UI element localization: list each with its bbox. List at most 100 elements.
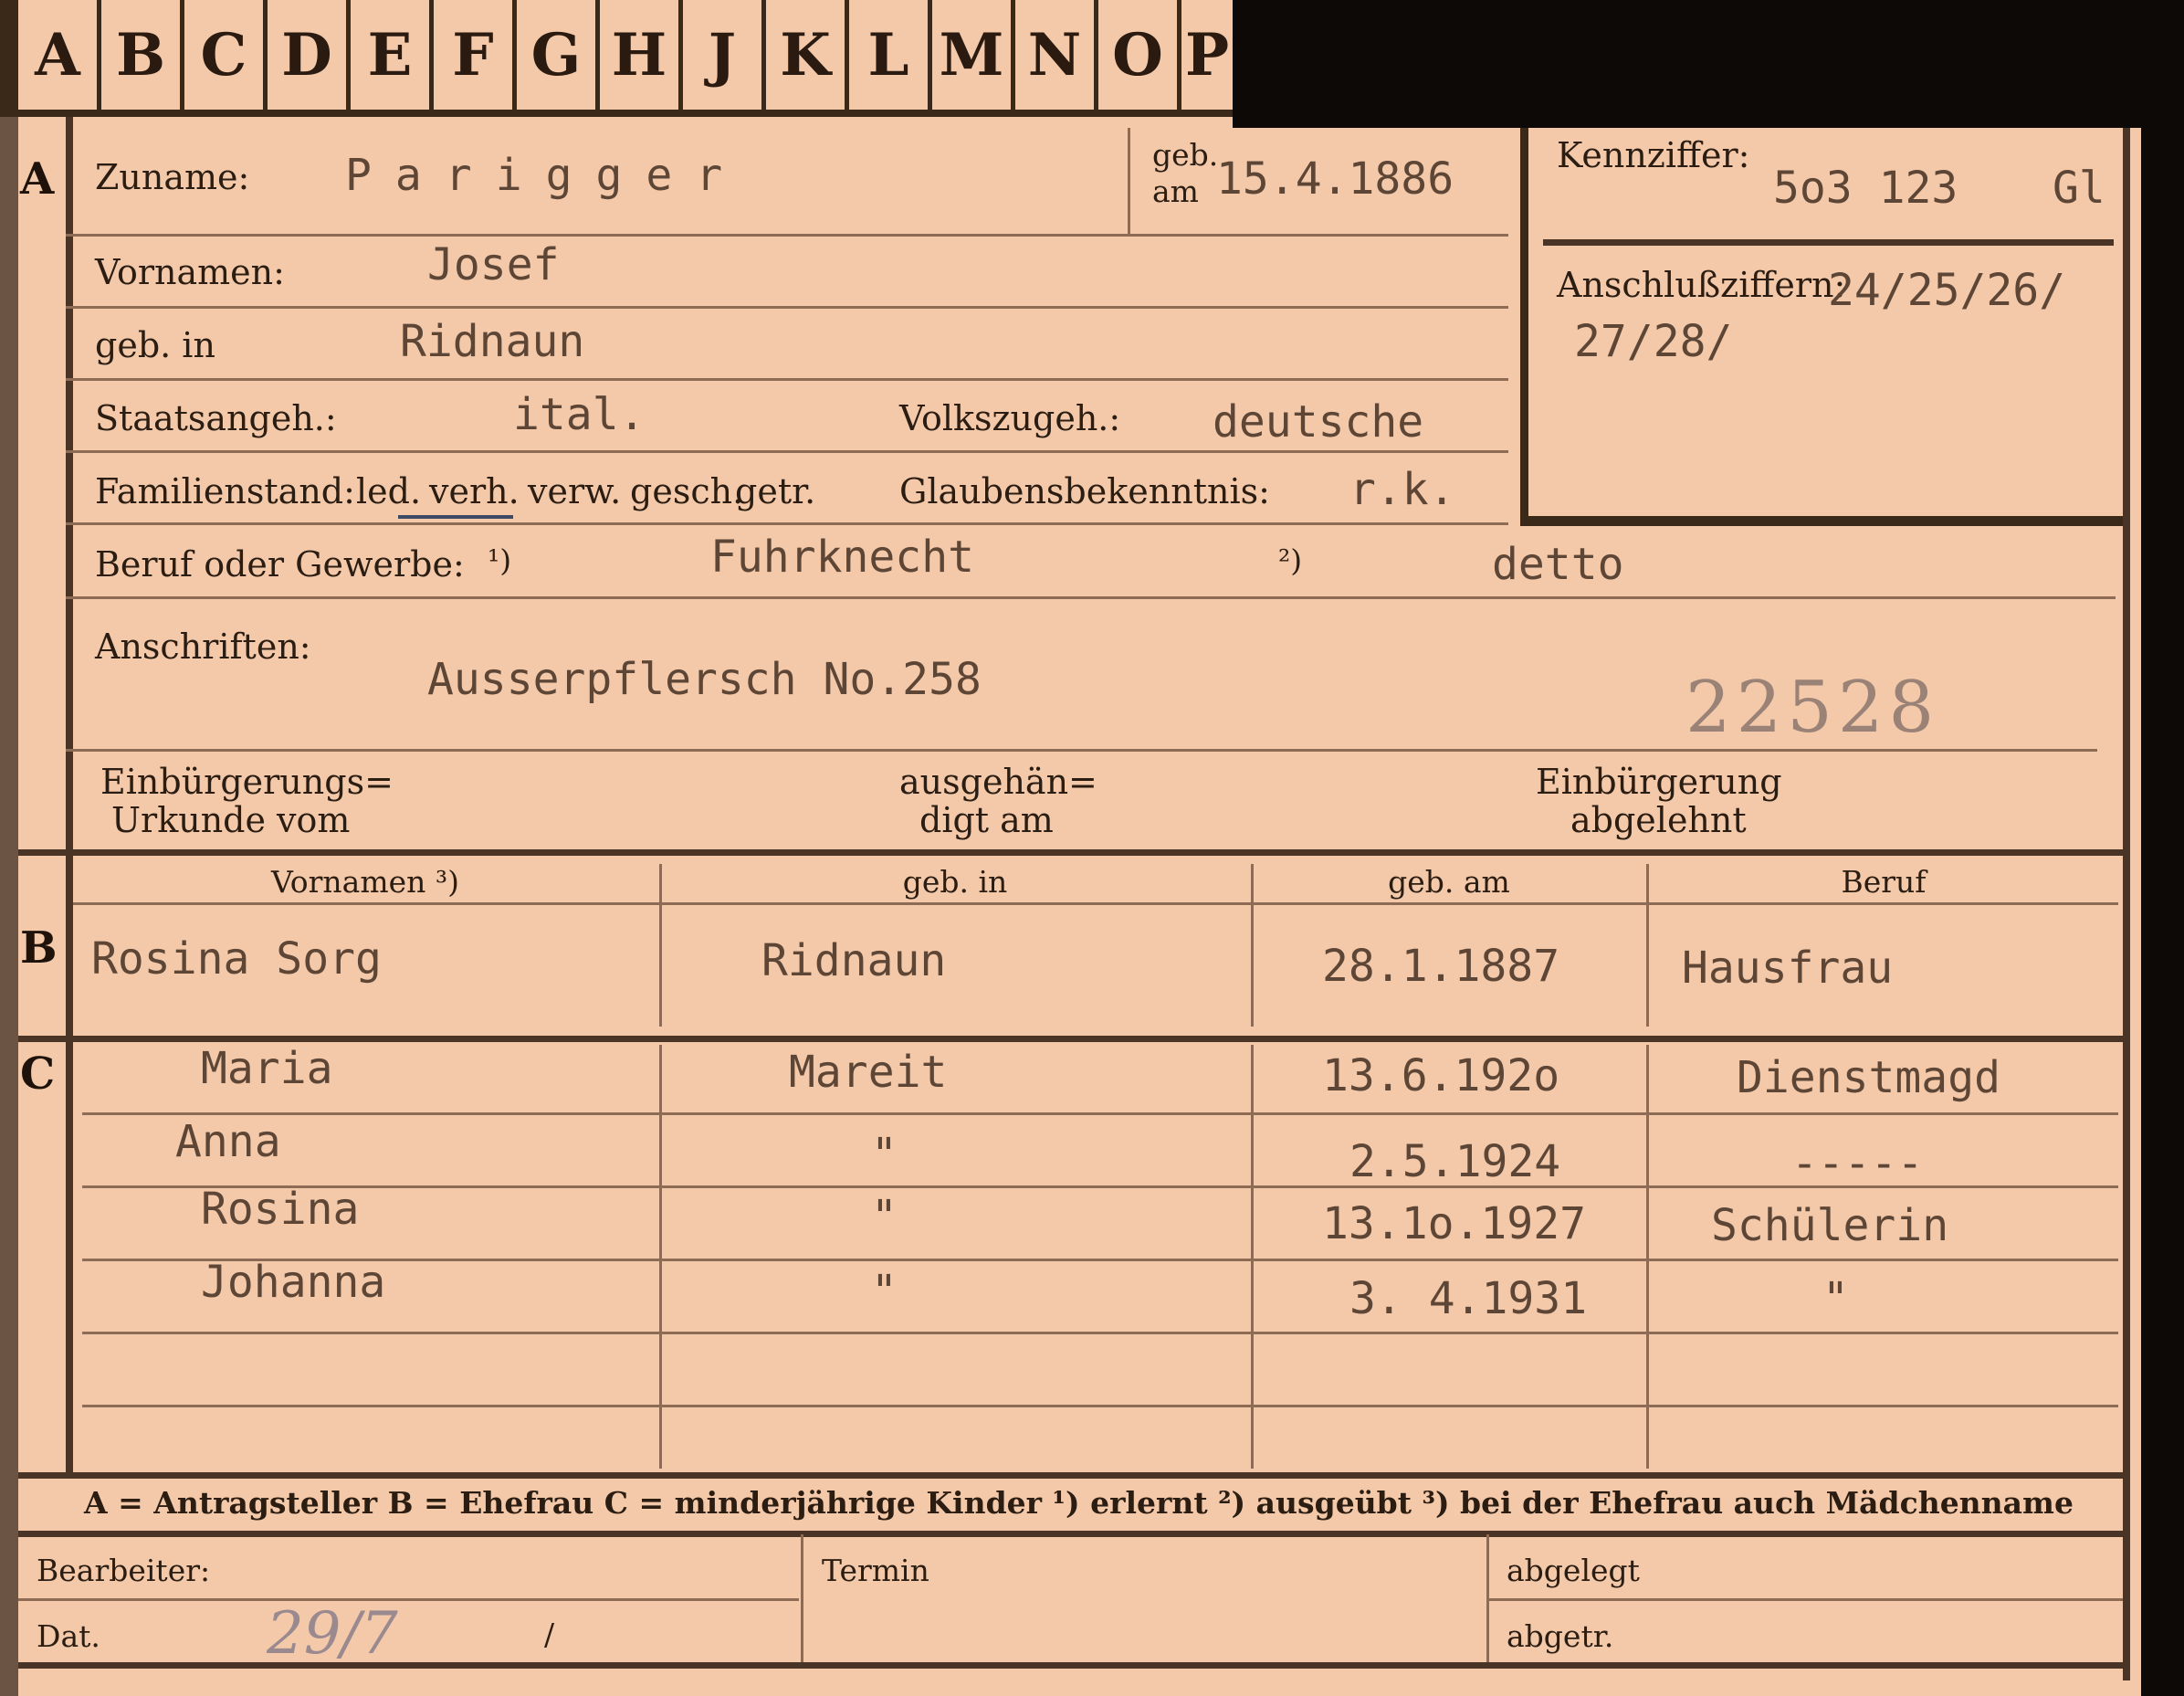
row-line bbox=[66, 306, 1508, 309]
tab-e[interactable]: E bbox=[351, 0, 434, 110]
column-divider bbox=[1646, 864, 1649, 1027]
tab-l[interactable]: L bbox=[849, 0, 932, 110]
children-row-line bbox=[82, 1405, 2118, 1407]
profession-label: Beruf oder Gewerbe: bbox=[95, 544, 465, 585]
marital-option-verh: verh. bbox=[429, 471, 520, 511]
row-line bbox=[66, 450, 1508, 453]
section-b-top bbox=[18, 849, 2127, 856]
spouse-header-birthplace: geb. in bbox=[902, 864, 1008, 900]
marital-option-gesch: gesch. bbox=[630, 471, 744, 511]
handed-label-1: ausgehän= bbox=[899, 762, 1097, 802]
tab-j[interactable]: J bbox=[683, 0, 766, 110]
profession-practiced-value: detto bbox=[1492, 539, 1624, 590]
citizenship-value: ital. bbox=[513, 389, 646, 440]
birthdate-value: 15.4.1886 bbox=[1216, 153, 1454, 205]
tab-c[interactable]: C bbox=[184, 0, 268, 110]
card-right-edge bbox=[2123, 128, 2130, 1680]
tab-f[interactable]: F bbox=[434, 0, 517, 110]
section-letter-b: B bbox=[20, 922, 58, 974]
spouse-header-line bbox=[73, 902, 2118, 905]
child-4-profession: " bbox=[1822, 1273, 1849, 1324]
children-row-line bbox=[82, 1259, 2118, 1261]
column-divider bbox=[1251, 1045, 1254, 1469]
child-1-birthplace: Mareit bbox=[789, 1047, 948, 1098]
section-divider-left bbox=[66, 117, 73, 1478]
date-slash: / bbox=[544, 1617, 555, 1652]
filed-label: abgelegt bbox=[1507, 1553, 1640, 1588]
spouse-header-birthdate: geb. am bbox=[1388, 864, 1510, 900]
birthdate-divider bbox=[1128, 128, 1130, 236]
child-2-profession: ----- bbox=[1791, 1138, 1924, 1189]
legend-text: A = Antragsteller B = Ehefrau C = minder… bbox=[84, 1485, 2074, 1521]
spouse-header-first-names: Vornamen ³) bbox=[270, 864, 460, 900]
child-4-first-name: Johanna bbox=[201, 1257, 386, 1308]
naturalization-doc-label-2: Urkunde vom bbox=[111, 800, 351, 840]
card-notch bbox=[1233, 0, 2146, 128]
tab-h[interactable]: H bbox=[600, 0, 683, 110]
column-divider bbox=[1251, 864, 1254, 1027]
row-line bbox=[66, 522, 1508, 525]
tab-k[interactable]: K bbox=[766, 0, 849, 110]
child-4-birthplace: " bbox=[871, 1266, 898, 1317]
child-3-birthdate: 13.1o.1927 bbox=[1322, 1198, 1586, 1249]
naturalization-doc-label-1: Einbürgerungs= bbox=[100, 762, 394, 802]
child-2-birthdate: 2.5.1924 bbox=[1349, 1136, 1561, 1187]
reference-id-value: 5o3 123 bbox=[1773, 163, 1958, 214]
column-divider bbox=[1646, 1045, 1649, 1469]
marital-option-led: led. bbox=[356, 471, 422, 511]
linked-ids-line-2: 27/28/ bbox=[1574, 316, 1733, 367]
children-row-line bbox=[82, 1112, 2118, 1115]
registration-card: A B C D E F G H J K L M N O P A B C Zuna… bbox=[0, 0, 2146, 1696]
row-line bbox=[66, 234, 1508, 237]
linked-ids-label: Anschlußziffern: bbox=[1557, 265, 1846, 305]
child-3-birthplace: " bbox=[871, 1191, 898, 1242]
surname-value: Parigger bbox=[345, 150, 747, 201]
column-divider bbox=[659, 864, 662, 1027]
profession-note-1: ¹) bbox=[488, 543, 512, 578]
date-label: Dat. bbox=[37, 1618, 100, 1654]
first-names-value: Josef bbox=[427, 239, 560, 290]
footer-line bbox=[18, 1598, 799, 1601]
tab-g[interactable]: G bbox=[517, 0, 600, 110]
tab-p[interactable]: P bbox=[1181, 0, 1237, 110]
birthplace-value: Ridnaun bbox=[400, 316, 585, 367]
profession-learned-value: Fuhrknecht bbox=[710, 532, 974, 583]
marital-verh-underline bbox=[398, 515, 513, 519]
tab-b[interactable]: B bbox=[101, 0, 184, 110]
tab-n[interactable]: N bbox=[1015, 0, 1098, 110]
refused-label-2: abgelehnt bbox=[1570, 800, 1747, 840]
footer-divider bbox=[801, 1534, 803, 1662]
spouse-birthplace: Ridnaun bbox=[761, 935, 947, 986]
deadline-label: Termin bbox=[822, 1553, 929, 1588]
birthdate-label-1: geb. bbox=[1152, 137, 1219, 173]
legend-top bbox=[18, 1472, 2127, 1479]
row-line bbox=[66, 749, 2097, 752]
reference-id-label: Kennziffer: bbox=[1557, 135, 1750, 175]
address-value: Ausserpflersch No.258 bbox=[427, 654, 982, 705]
child-2-first-name: Anna bbox=[175, 1116, 281, 1167]
surname-label: Zuname: bbox=[95, 157, 250, 197]
tab-o[interactable]: O bbox=[1098, 0, 1181, 110]
date-handwritten: 29/7 bbox=[267, 1600, 398, 1668]
section-c-top bbox=[18, 1036, 2127, 1042]
marital-option-getr: getr. bbox=[735, 471, 816, 511]
card-bottom-edge bbox=[18, 1662, 2127, 1669]
legend-bottom bbox=[18, 1531, 2127, 1537]
address-label: Anschriften: bbox=[95, 627, 311, 667]
tab-d[interactable]: D bbox=[268, 0, 351, 110]
child-2-birthplace: " bbox=[871, 1129, 898, 1180]
religion-label: Glaubensbekenntnis: bbox=[899, 471, 1270, 511]
handed-label-2: digt am bbox=[919, 800, 1054, 840]
citizenship-label: Staatsangeh.: bbox=[95, 398, 337, 438]
separated-label: abgetr. bbox=[1507, 1618, 1614, 1654]
child-3-first-name: Rosina bbox=[201, 1184, 360, 1235]
tab-m[interactable]: M bbox=[932, 0, 1015, 110]
left-edge bbox=[0, 117, 18, 1696]
children-row-line bbox=[82, 1332, 2118, 1334]
child-1-first-name: Maria bbox=[201, 1043, 333, 1094]
section-letter-c: C bbox=[20, 1048, 56, 1100]
reference-divider bbox=[1543, 239, 2114, 246]
marital-option-verw: verw. bbox=[528, 471, 622, 511]
tab-a[interactable]: A bbox=[18, 0, 101, 110]
reference-id-suffix: Gl bbox=[2053, 163, 2105, 214]
